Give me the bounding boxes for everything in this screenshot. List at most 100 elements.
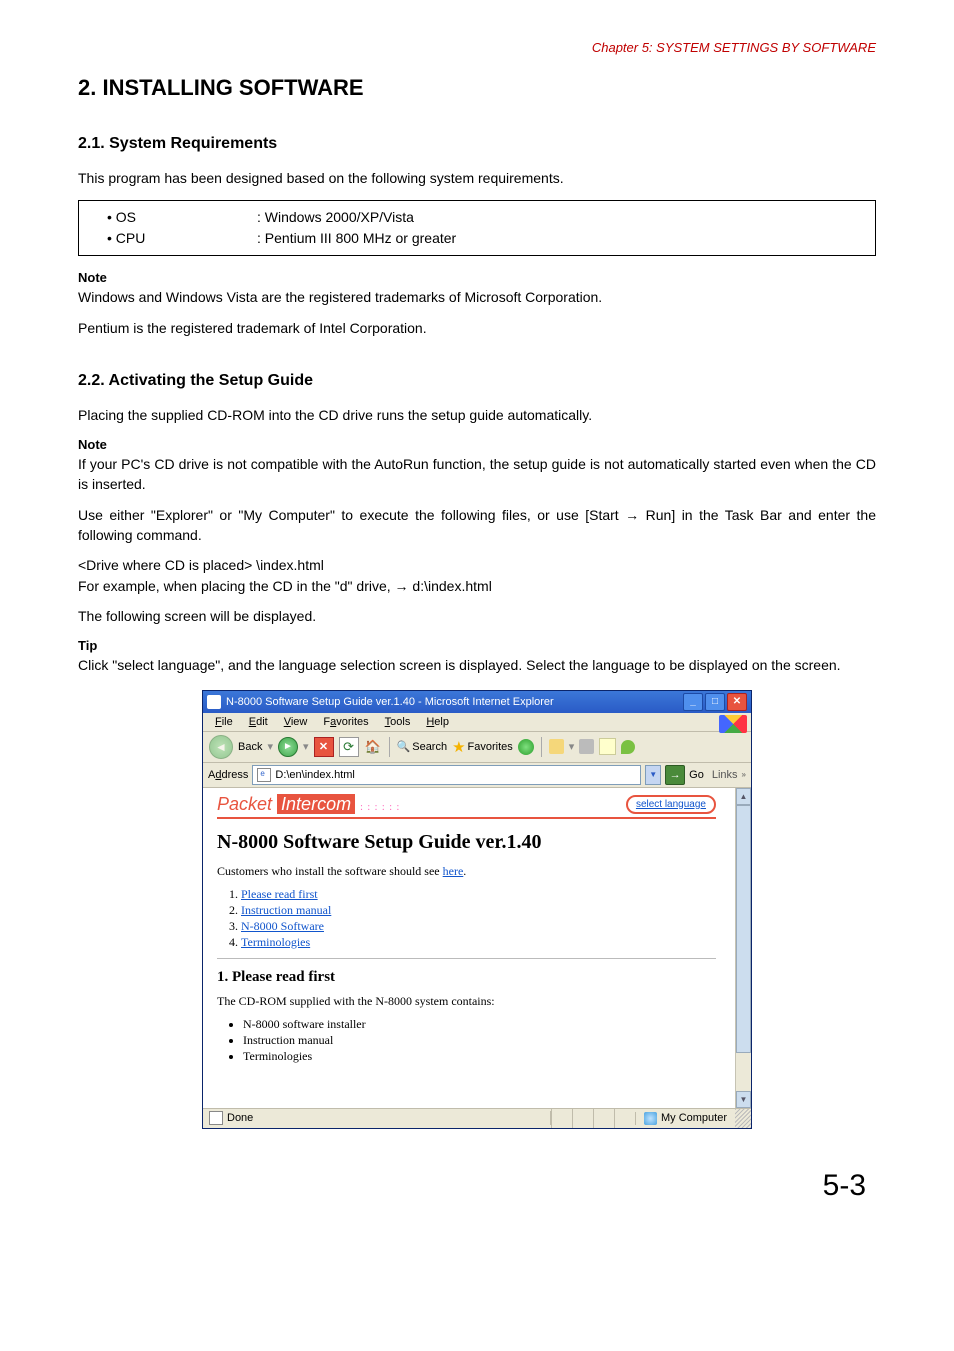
heading-2-2: 2.2. Activating the Setup Guide [78, 372, 876, 390]
edit-button[interactable] [599, 738, 616, 755]
back-button[interactable]: ◄ [209, 735, 233, 759]
ie-throbber-icon [719, 715, 747, 733]
packet-intercom-logo: Packet Intercom [217, 794, 360, 814]
sec1-item-2: Instruction manual [243, 1033, 716, 1048]
sec22-p3: Use either "Explorer" or "My Computer" t… [78, 505, 876, 546]
req-key-cpu: • CPU [89, 228, 257, 249]
history-dropdown-icon[interactable]: ▾ [569, 740, 575, 753]
messenger-button[interactable] [621, 740, 635, 754]
here-link[interactable]: here [443, 864, 464, 878]
heading-2-1: 2.1. System Requirements [78, 135, 876, 153]
favorites-label: Favorites [468, 741, 513, 753]
toc-link-2[interactable]: Instruction manual [241, 903, 331, 917]
sec1-item-3: Terminologies [243, 1049, 716, 1064]
sec22-p2: If your PC's CD drive is not compatible … [78, 454, 876, 495]
address-bar: Address D:\en\index.html ▼ → Go Links » [203, 763, 751, 788]
scroll-up-icon[interactable]: ▲ [736, 788, 751, 805]
guide-divider [217, 958, 716, 959]
address-input[interactable]: D:\en\index.html [252, 765, 641, 785]
resize-grip-icon[interactable] [735, 1109, 751, 1128]
toolbar: ◄ Back ▾ ► ▾ ✕ ⟳ 🏠 🔍Search ★Favorites ▾ [203, 732, 751, 763]
history-button[interactable] [549, 739, 564, 754]
sec22-p1: Placing the supplied CD-ROM into the CD … [78, 405, 876, 425]
back-dropdown-icon[interactable]: ▾ [267, 740, 273, 753]
toolbar-divider [389, 737, 390, 757]
status-page-icon [209, 1111, 223, 1125]
go-label: Go [689, 769, 704, 781]
zone-icon [644, 1112, 657, 1125]
stop-button[interactable]: ✕ [314, 737, 334, 757]
req-val-os: : Windows 2000/XP/Vista [257, 207, 865, 228]
star-icon: ★ [452, 738, 465, 756]
menu-edit[interactable]: Edit [243, 715, 274, 729]
ie-icon [207, 695, 221, 709]
vertical-scrollbar[interactable]: ▲ ▼ [735, 788, 751, 1108]
menu-file[interactable]: File [209, 715, 239, 729]
address-value: D:\en\index.html [275, 769, 354, 781]
sec22-p5: For example, when placing the CD in the … [78, 576, 876, 596]
menu-favorites[interactable]: Favorites [317, 715, 374, 729]
maximize-button[interactable]: □ [705, 693, 725, 711]
status-seg [593, 1109, 614, 1128]
page-number: 5-3 [78, 1169, 876, 1203]
menu-help[interactable]: Help [420, 715, 455, 729]
ie-window: N-8000 Software Setup Guide ver.1.40 - M… [202, 690, 752, 1129]
search-button[interactable]: 🔍Search [397, 740, 448, 753]
menu-tools[interactable]: Tools [379, 715, 417, 729]
status-bar: Done My Computer [203, 1108, 751, 1128]
note-body-1a: Windows and Windows Vista are the regist… [78, 287, 876, 307]
refresh-button[interactable]: ⟳ [339, 737, 359, 757]
note-body-1b: Pentium is the registered trademark of I… [78, 318, 876, 338]
select-language-link[interactable]: select language [626, 795, 716, 814]
forward-dropdown-icon[interactable]: ▾ [303, 740, 309, 753]
logo-dots-icon: : : : : : : [360, 802, 400, 813]
go-button[interactable]: → [665, 765, 685, 785]
guide-sec1-line: The CD-ROM supplied with the N-8000 syst… [217, 994, 716, 1009]
sec1-item-1: N-8000 software installer [243, 1017, 716, 1032]
guide-intro-line: Customers who install the software shoul… [217, 864, 716, 879]
toc-link-4[interactable]: Terminologies [241, 935, 310, 949]
req-key-os: • OS [89, 207, 257, 228]
scroll-track[interactable] [736, 805, 751, 1091]
guide-title: N-8000 Software Setup Guide ver.1.40 [217, 831, 716, 854]
sec22-p6: The following screen will be displayed. [78, 606, 876, 626]
guide-toc: Please read first Instruction manual N-8… [241, 887, 716, 950]
logo-intercom: Intercom [277, 794, 355, 814]
forward-button[interactable]: ► [278, 737, 298, 757]
address-dropdown-icon[interactable]: ▼ [645, 765, 661, 785]
tip-label: Tip [78, 638, 876, 653]
window-title: N-8000 Software Setup Guide ver.1.40 - M… [226, 696, 683, 708]
ie-viewport: Packet Intercom : : : : : : select langu… [203, 788, 751, 1108]
req-val-cpu: : Pentium III 800 MHz or greater [257, 228, 865, 249]
scroll-thumb[interactable] [736, 805, 751, 1053]
favorites-button[interactable]: ★Favorites [452, 738, 513, 756]
sec21-intro: This program has been designed based on … [78, 168, 876, 188]
scroll-down-icon[interactable]: ▼ [736, 1091, 751, 1108]
guide-sec1-title: 1. Please read first [217, 969, 716, 986]
guide-sec1-list: N-8000 software installer Instruction ma… [243, 1017, 716, 1064]
close-button[interactable]: ✕ [727, 693, 747, 711]
titlebar: N-8000 Software Setup Guide ver.1.40 - M… [203, 691, 751, 713]
minimize-button[interactable]: _ [683, 693, 703, 711]
search-label: Search [412, 741, 447, 753]
menubar: File Edit View Favorites Tools Help [203, 713, 751, 732]
toolbar-divider-2 [541, 737, 542, 757]
media-button[interactable] [518, 739, 534, 755]
menu-view[interactable]: View [278, 715, 314, 729]
home-button[interactable]: 🏠 [364, 738, 382, 756]
sec22-p7: Click "select language", and the languag… [78, 655, 876, 675]
back-label: Back [238, 741, 262, 753]
address-label: Address [208, 769, 248, 781]
logo-packet: Packet [217, 794, 272, 814]
links-chevron-icon[interactable]: » [742, 770, 746, 779]
toc-link-3[interactable]: N-8000 Software [241, 919, 324, 933]
status-seg [572, 1109, 593, 1128]
links-label[interactable]: Links [708, 769, 738, 781]
toc-link-1[interactable]: Please read first [241, 887, 318, 901]
status-seg [614, 1109, 635, 1128]
page-icon [257, 768, 271, 782]
print-button[interactable] [579, 739, 594, 754]
status-seg [551, 1109, 572, 1128]
guide-intro-text: Customers who install the software shoul… [217, 864, 443, 878]
chapter-header: Chapter 5: SYSTEM SETTINGS BY SOFTWARE [78, 40, 876, 55]
